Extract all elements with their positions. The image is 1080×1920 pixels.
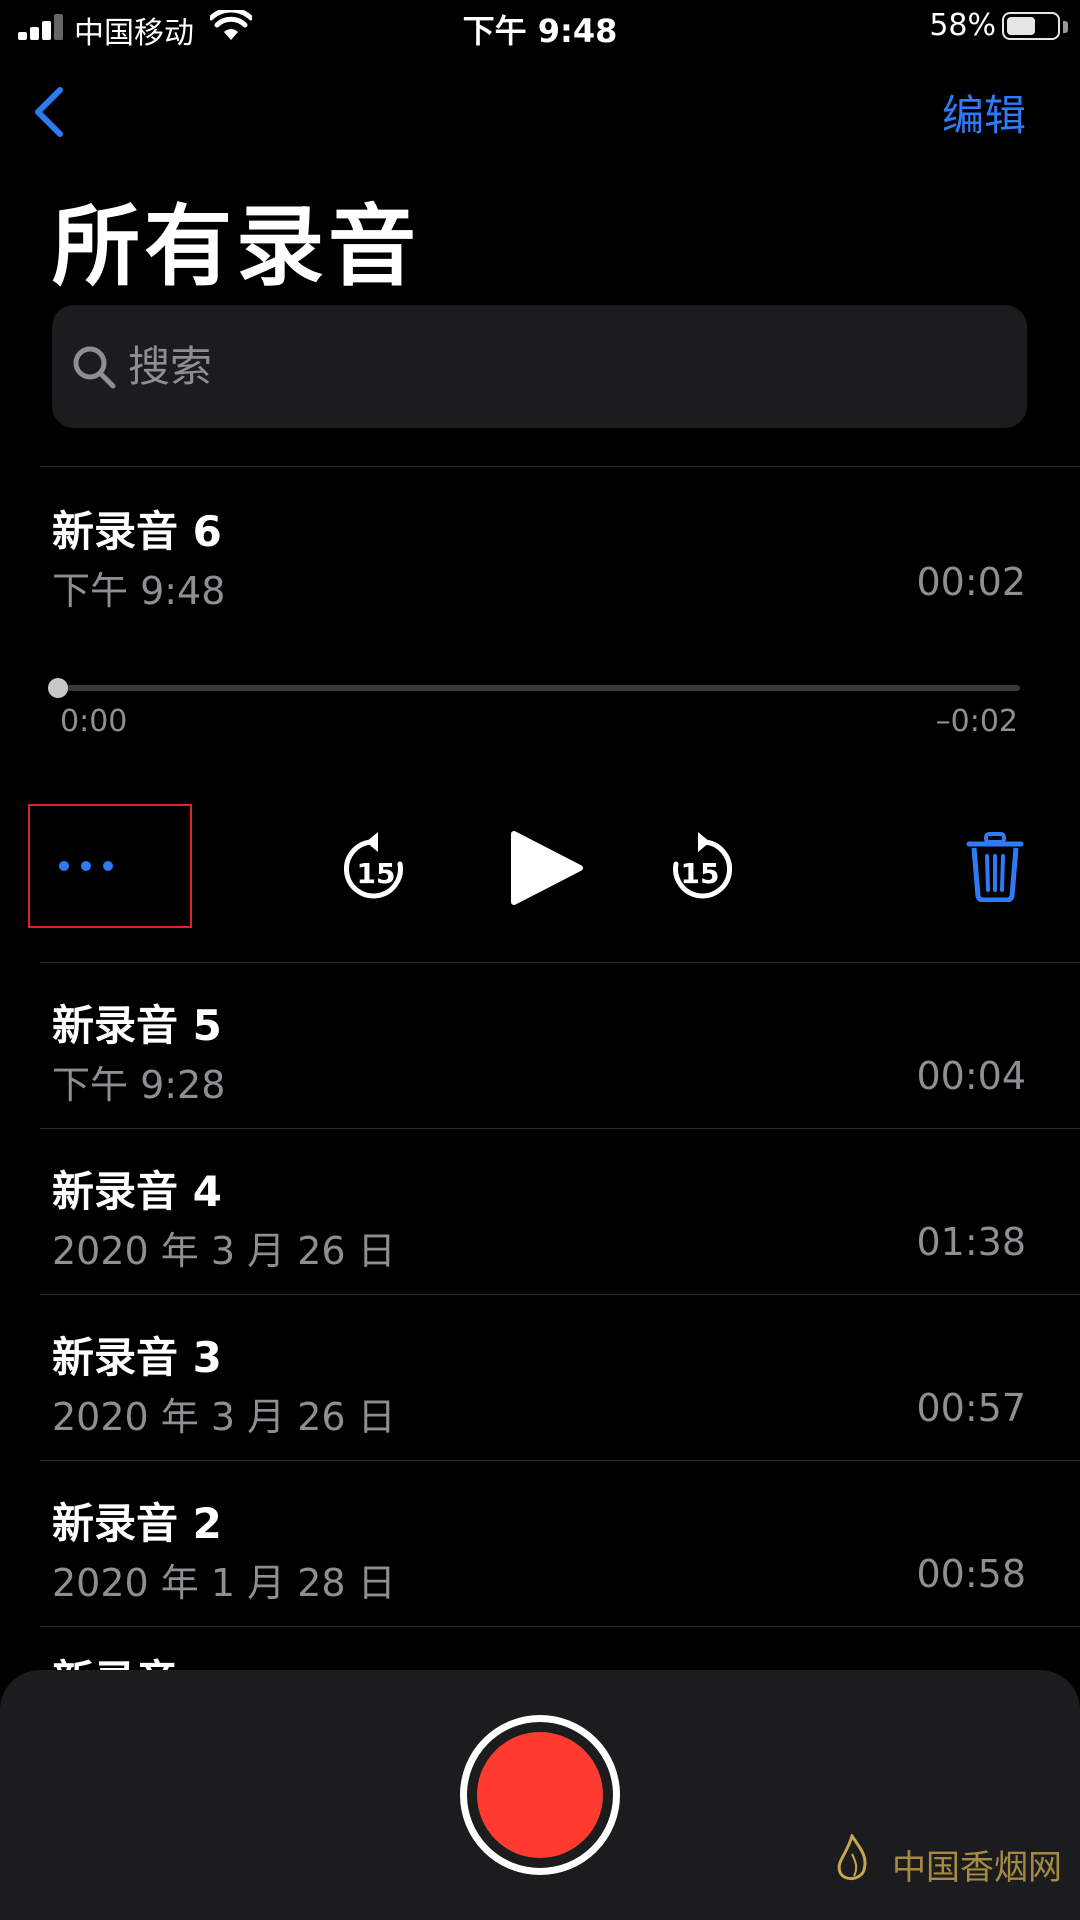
skip-forward-15-icon[interactable]: 15 <box>664 830 736 906</box>
active-recording-title[interactable]: 新录音 6 <box>52 498 222 559</box>
recording-date: 2020 年 3 月 26 日 <box>52 1229 396 1273</box>
divider <box>40 962 1080 963</box>
watermark: 中国香烟网 <box>892 1848 1062 1888</box>
ellipsis-icon <box>59 861 113 871</box>
recording-duration: 00:57 <box>916 1386 1026 1430</box>
status-bar: 中国移动 下午 9:48 58% <box>0 0 1080 56</box>
record-dot-icon <box>477 1732 603 1858</box>
partial-recording-title: 新录音 <box>52 1660 178 1671</box>
divider <box>40 1626 1080 1627</box>
partially-hidden-recording[interactable]: 新录音 <box>52 1656 178 1671</box>
elapsed-time: 0:00 <box>60 704 128 739</box>
record-button[interactable] <box>460 1715 620 1875</box>
search-input[interactable] <box>128 305 998 428</box>
more-options-button[interactable] <box>28 804 192 928</box>
flame-logo-icon <box>837 1834 867 1880</box>
recording-title[interactable]: 新录音 3 <box>52 1324 222 1385</box>
active-recording-date: 下午 9:48 <box>52 569 226 613</box>
recording-date: 2020 年 3 月 26 日 <box>52 1395 396 1439</box>
skip-back-label: 15 <box>357 857 396 890</box>
page-title: 所有录音 <box>52 195 421 298</box>
play-icon[interactable] <box>500 828 590 908</box>
recording-title[interactable]: 新录音 4 <box>52 1158 222 1219</box>
playback-scrubber[interactable] <box>56 685 1020 691</box>
edit-button[interactable]: 编辑 <box>942 82 1026 143</box>
search-bar[interactable] <box>52 305 1027 428</box>
scrubber-handle[interactable] <box>48 678 68 698</box>
trash-icon[interactable] <box>966 832 1024 902</box>
recording-duration: 01:38 <box>916 1220 1026 1264</box>
battery-percentage: 58% <box>929 8 996 43</box>
skip-forward-label: 15 <box>681 857 720 890</box>
recording-title[interactable]: 新录音 2 <box>52 1490 222 1551</box>
status-time: 下午 9:48 <box>462 12 618 50</box>
battery-cap <box>1063 21 1068 33</box>
battery-level <box>1007 17 1035 35</box>
recording-duration: 00:04 <box>916 1054 1026 1098</box>
divider <box>40 1294 1080 1295</box>
divider <box>40 1460 1080 1461</box>
active-recording-duration: 00:02 <box>916 560 1026 604</box>
recording-duration: 00:58 <box>916 1552 1026 1596</box>
battery-icon <box>1002 12 1060 40</box>
divider <box>40 466 1080 467</box>
recording-date: 2020 年 1 月 28 日 <box>52 1561 396 1605</box>
recording-date: 下午 9:28 <box>52 1063 226 1107</box>
divider <box>40 1128 1080 1129</box>
search-icon <box>73 346 116 389</box>
recording-title[interactable]: 新录音 5 <box>52 992 222 1053</box>
remaining-time: –0:02 <box>935 704 1018 739</box>
skip-back-15-icon[interactable]: 15 <box>340 830 412 906</box>
voice-memos-screen: 中国移动 下午 9:48 58% 编辑 所有录音 新录音 6 下午 9:48 0… <box>0 0 1080 1920</box>
back-chevron-icon[interactable] <box>28 82 72 142</box>
